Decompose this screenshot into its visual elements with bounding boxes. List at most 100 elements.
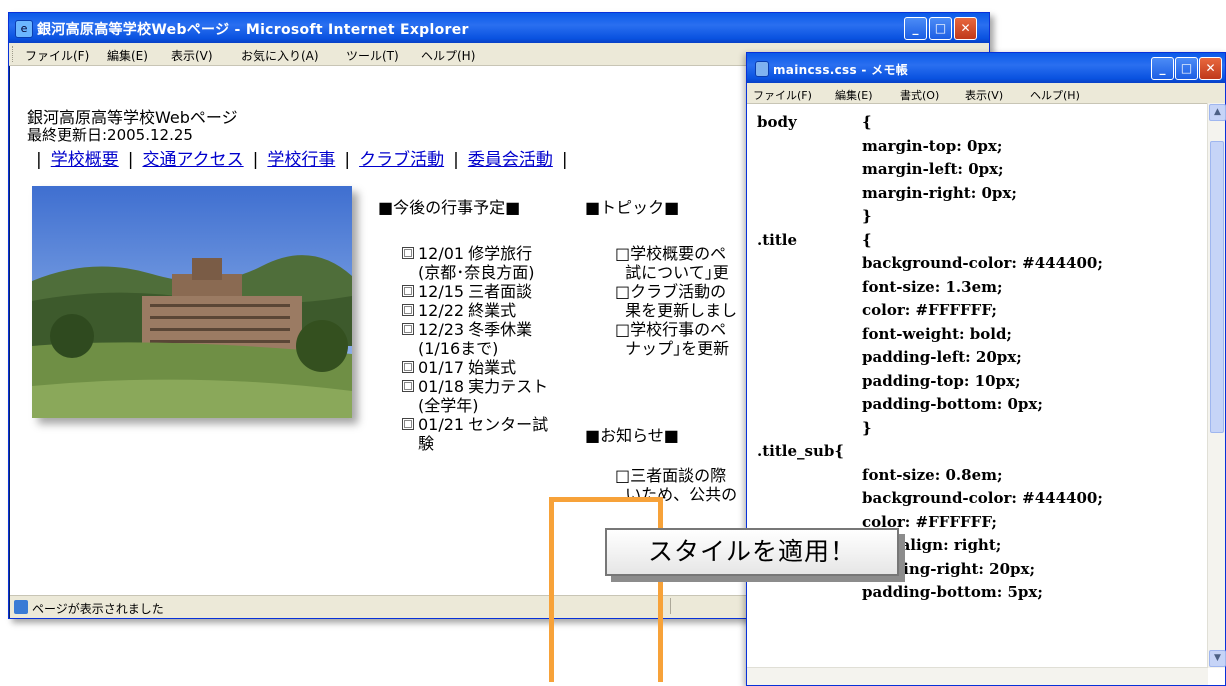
css-declaration: background-color: #444400; (862, 254, 1103, 272)
menu-grip (12, 46, 15, 62)
np-menu-format[interactable]: 書式(O) (900, 87, 939, 103)
notepad-window-title: maincss.css - メモ帳 (773, 63, 909, 77)
list-item: 01/17 始業式 (402, 358, 592, 377)
last-updated: 最終更新日:2005.12.25 (27, 126, 193, 144)
event-sub: 験 (418, 434, 435, 453)
event-date: 01/21 (418, 415, 465, 434)
list-item: □学校行事のペ ナップ｣を更新 (615, 320, 755, 358)
notepad-app-icon (755, 61, 769, 77)
notepad-title-bar[interactable]: maincss.css - メモ帳 _ □ ✕ (747, 53, 1225, 83)
css-selector: body (757, 113, 797, 131)
minimize-button[interactable]: _ (904, 17, 927, 40)
menu-tools[interactable]: ツール(T) (346, 47, 399, 64)
event-sub: (京都･奈良方面) (418, 263, 535, 282)
list-item: □学校概要のペ 試について｣更 (615, 244, 755, 282)
topic-line: □学校行事のペ (615, 320, 727, 339)
nav-separator: | (561, 150, 568, 170)
nav-separator: | (127, 150, 134, 170)
event-text: センター試 (468, 415, 549, 434)
notice-heading: ■お知らせ■ (585, 426, 679, 445)
horizontal-scrollbar[interactable] (747, 667, 1208, 685)
menu-file[interactable]: ファイル(F) (25, 47, 89, 64)
topics-list: □学校概要のペ 試について｣更 □クラブ活動の 果を更新しまし □学校行事のペ … (615, 244, 755, 358)
topic-line: □学校概要のペ (615, 244, 727, 263)
css-declaration: margin-left: 0px; (862, 160, 1004, 178)
checkbox-bullet-icon (402, 247, 414, 259)
menu-view[interactable]: 表示(V) (171, 47, 213, 64)
checkbox-bullet-icon (402, 323, 414, 335)
list-item: □クラブ活動の 果を更新しまし (615, 282, 755, 320)
vertical-scrollbar[interactable]: ▲ ▼ (1207, 103, 1226, 668)
event-date: 01/18 (418, 377, 465, 396)
css-selector: .title (757, 230, 798, 249)
event-sub: (全学年) (418, 396, 479, 415)
nav-separator: | (453, 150, 459, 170)
nav-separator: | (344, 150, 351, 170)
nav-link-clubs[interactable]: クラブ活動 (359, 150, 444, 170)
scroll-up-icon[interactable]: ▲ (1209, 104, 1226, 121)
checkbox-bullet-icon (402, 361, 414, 373)
css-declaration: font-weight: bold; (862, 324, 1012, 343)
event-date: 12/15 (418, 282, 465, 301)
page-done-icon (14, 600, 28, 614)
event-text: 冬季休業 (468, 320, 533, 339)
event-date: 12/23 (418, 320, 465, 339)
scroll-thumb[interactable] (1210, 141, 1224, 433)
list-item: 01/21 センター試験 (402, 415, 592, 453)
event-text: 三者面談 (468, 282, 533, 301)
css-declaration: font-size: 1.3em; (862, 277, 1003, 296)
nav-bar: | 学校概要 | 交通アクセス | 学校行事 | クラブ活動 | 委員会活動 | (27, 145, 577, 170)
event-date: 12/01 (418, 244, 465, 263)
notepad-minimize-button[interactable]: _ (1151, 57, 1174, 80)
event-sub: (1/16まで) (418, 339, 499, 358)
topic-line: 試について｣更 (625, 263, 729, 282)
menu-edit[interactable]: 編集(E) (107, 47, 148, 64)
checkbox-bullet-icon (402, 380, 414, 392)
nav-link-access[interactable]: 交通アクセス (142, 150, 243, 170)
notepad-window: maincss.css - メモ帳 _ □ ✕ ファイル(F) 編集(E) 書式… (746, 52, 1226, 686)
np-menu-view[interactable]: 表示(V) (965, 87, 1003, 103)
css-declaration: padding-left: 20px; (862, 348, 1022, 366)
checkbox-bullet-icon (402, 304, 414, 316)
css-declaration: color: #FFFFFF; (862, 301, 997, 319)
nav-link-events[interactable]: 学校行事 (267, 150, 335, 170)
notepad-text-area[interactable]: body {margin-top: 0px; margin-left: 0px; ma… (757, 113, 1207, 673)
list-item: 12/01 修学旅行 (京都･奈良方面) (402, 244, 592, 282)
css-brace: { (862, 230, 872, 249)
checkbox-bullet-icon (402, 418, 414, 430)
maximize-button[interactable]: □ (929, 17, 952, 40)
np-menu-edit[interactable]: 編集(E) (835, 87, 873, 103)
list-item: 12/15 三者面談 (402, 282, 592, 301)
events-list: 12/01 修学旅行 (京都･奈良方面) 12/15 三者面談 12/22 終業式 12… (402, 244, 592, 453)
notice-line: □三者面談の際 (615, 466, 727, 485)
topic-line: □クラブ活動の (615, 282, 727, 301)
status-text: ページが表示されました (32, 602, 164, 616)
nav-link-committees[interactable]: 委員会活動 (468, 150, 553, 170)
close-button[interactable]: ✕ (954, 17, 977, 40)
css-declaration: font-size: 0.8em; (862, 465, 1003, 484)
nav-link-school-overview[interactable]: 学校概要 (51, 150, 119, 170)
np-menu-file[interactable]: ファイル(F) (753, 87, 812, 103)
np-menu-help[interactable]: ヘルプ(H) (1030, 87, 1080, 103)
callout-label: スタイルを適用！ (605, 528, 899, 576)
checkbox-bullet-icon (402, 285, 414, 297)
ie-app-icon: e (15, 20, 33, 38)
event-date: 01/17 (418, 358, 465, 377)
topic-line: 果を更新しまし (625, 301, 738, 320)
list-item: 12/23 冬季休業 (1/16まで) (402, 320, 592, 358)
notepad-close-button[interactable]: ✕ (1199, 57, 1222, 80)
list-item: 01/18 実力テスト (全学年) (402, 377, 592, 415)
nav-separator: | (36, 150, 42, 170)
ie-title-bar[interactable]: e 銀河高原高等学校Webページ - Microsoft Internet Ex… (9, 13, 989, 43)
css-selector: .title_sub{ (757, 442, 845, 460)
css-declaration: padding-bottom: 5px; (862, 583, 1043, 601)
scroll-down-icon[interactable]: ▼ (1209, 650, 1226, 667)
event-text: 始業式 (468, 358, 517, 377)
notepad-maximize-button[interactable]: □ (1175, 57, 1198, 80)
css-brace: { (862, 113, 872, 131)
highlight-box (549, 497, 663, 682)
menu-favorites[interactable]: お気に入り(A) (241, 47, 319, 64)
css-brace: } (862, 207, 872, 225)
notepad-menu-bar: ファイル(F) 編集(E) 書式(O) 表示(V) ヘルプ(H) (747, 83, 1225, 104)
menu-help[interactable]: ヘルプ(H) (421, 47, 475, 64)
